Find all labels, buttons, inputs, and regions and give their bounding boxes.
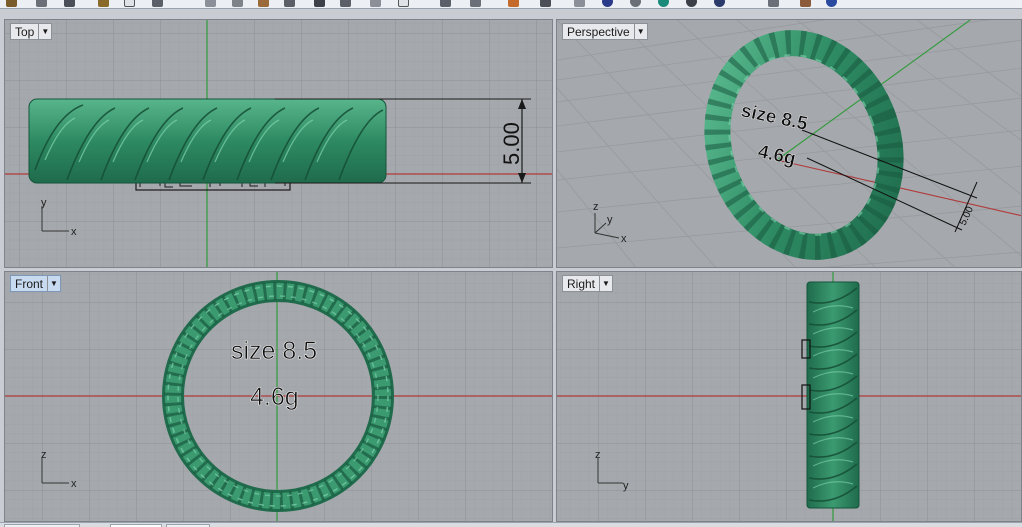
viewport-title-label: Top [15,25,35,39]
axis-label-y: y [623,480,629,492]
main-toolbar [0,0,1022,9]
toolbar-icon[interactable] [440,0,451,7]
viewport-title-label: Front [15,277,44,291]
toolbar-icon[interactable] [284,0,295,7]
viewport-front[interactable]: size 8.5 4.6g z x Front ▼ [4,271,553,522]
toolbar-icon[interactable] [340,0,351,7]
axis-label-y: y [41,197,47,209]
toolbar-icon[interactable] [36,0,47,7]
chevron-down-icon[interactable]: ▼ [633,24,647,39]
viewport-top[interactable]: 5.00 y x Top ▼ [4,19,553,268]
viewport-title-top[interactable]: Top ▼ [10,23,53,40]
axis-label-x: x [621,233,627,245]
top-dimension-label: 5.00 [499,122,524,165]
toolbar-icon[interactable] [205,0,216,7]
toolbar-icon[interactable] [470,0,481,7]
chevron-down-icon[interactable]: ▼ [47,276,60,291]
toolbar-icon[interactable] [826,0,837,7]
viewport-perspective[interactable]: 5.00 size 8.5 4.6g z y x Perspective ▼ [556,19,1022,268]
toolbar-icon[interactable] [6,0,17,7]
viewport-title-right[interactable]: Right ▼ [562,275,614,292]
viewport-title-label: Right [567,277,596,291]
front-engrave-weight: 4.6g [250,383,299,411]
viewport-grid: 5.00 y x [5,20,552,267]
toolbar-icon[interactable] [602,0,613,7]
toolbar-icon[interactable] [398,0,409,7]
toolbar-icon[interactable] [64,0,75,7]
rhino-window: 5.00 y x Top ▼ 5.00 size 8.5 4.6g z y x … [0,0,1022,527]
toolbar-icon[interactable] [370,0,381,7]
axis-label-z: z [593,201,599,213]
toolbar-icon[interactable] [508,0,519,7]
viewport-tabs-bar [0,522,1022,527]
toolbar-icon[interactable] [714,0,725,7]
axis-label-z: z [41,449,47,461]
axis-label-y: y [607,214,613,226]
viewport-title-perspective[interactable]: Perspective ▼ [562,23,648,40]
viewport-title-label: Perspective [567,25,630,39]
toolbar-icon[interactable] [768,0,779,7]
toolbar-icon[interactable] [686,0,697,7]
axis-label-z: z [595,449,601,461]
viewport-title-front[interactable]: Front ▼ [10,275,62,292]
toolbar-icon[interactable] [98,0,109,7]
axis-label-x: x [71,478,77,490]
toolbar-icon[interactable] [658,0,669,7]
toolbar-icon[interactable] [258,0,269,7]
toolbar-icon[interactable] [540,0,551,7]
chevron-down-icon[interactable]: ▼ [599,276,612,291]
viewport-right[interactable]: z y Right ▼ [556,271,1022,522]
viewport-grid: 5.00 size 8.5 4.6g z y x [557,20,1021,267]
toolbar-icon[interactable] [630,0,641,7]
toolbar-icon[interactable] [152,0,163,7]
axis-label-x: x [71,226,77,238]
viewport-grid: z y [557,272,1021,521]
front-engrave-size: size 8.5 [231,337,317,365]
viewport-grid: size 8.5 4.6g z x [5,272,552,521]
toolbar-icon[interactable] [124,0,135,7]
toolbar-icon[interactable] [232,0,243,7]
toolbar-icon[interactable] [314,0,325,7]
toolbar-icon[interactable] [574,0,585,7]
chevron-down-icon[interactable]: ▼ [38,24,51,39]
toolbar-icon[interactable] [800,0,811,7]
